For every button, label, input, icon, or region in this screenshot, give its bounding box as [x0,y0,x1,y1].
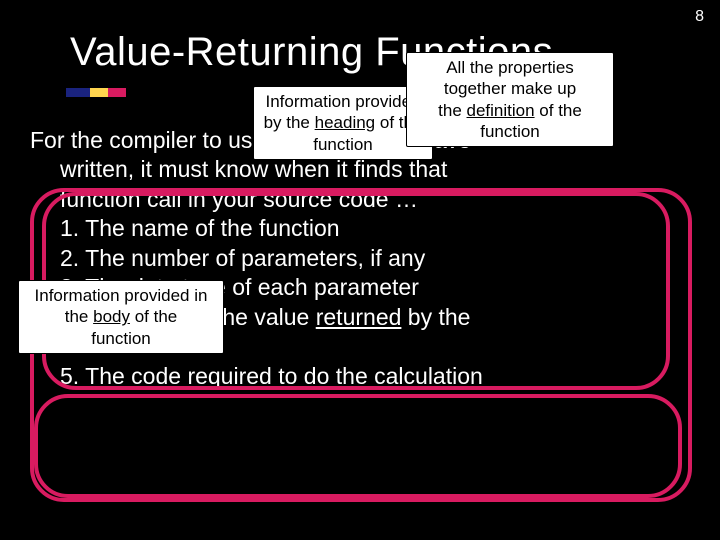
text: of the [535,101,582,120]
callout-body: Information provided in the body of the … [18,280,224,354]
slide: 8 Value-Returning Functions For the comp… [0,0,720,540]
text: the [65,307,93,326]
underlined-text: heading [315,113,376,132]
text: function [91,329,151,348]
callout-definition: All the properties together make up the … [406,52,614,147]
accent-bar [66,88,126,97]
text: Information provided in [35,286,208,305]
text: the [438,101,466,120]
text: All the properties [446,58,574,77]
body-wrap-line: written, it must know when it finds that [60,155,690,184]
text: Information provided [266,92,421,111]
underlined-text: body [93,307,130,326]
text: together make up [444,79,576,98]
text: by the [264,113,315,132]
underlined-text: definition [467,101,535,120]
text: function [313,135,373,154]
text: of the [130,307,177,326]
text: function [480,122,540,141]
highlight-box-body [34,394,682,498]
page-number: 8 [695,8,704,26]
